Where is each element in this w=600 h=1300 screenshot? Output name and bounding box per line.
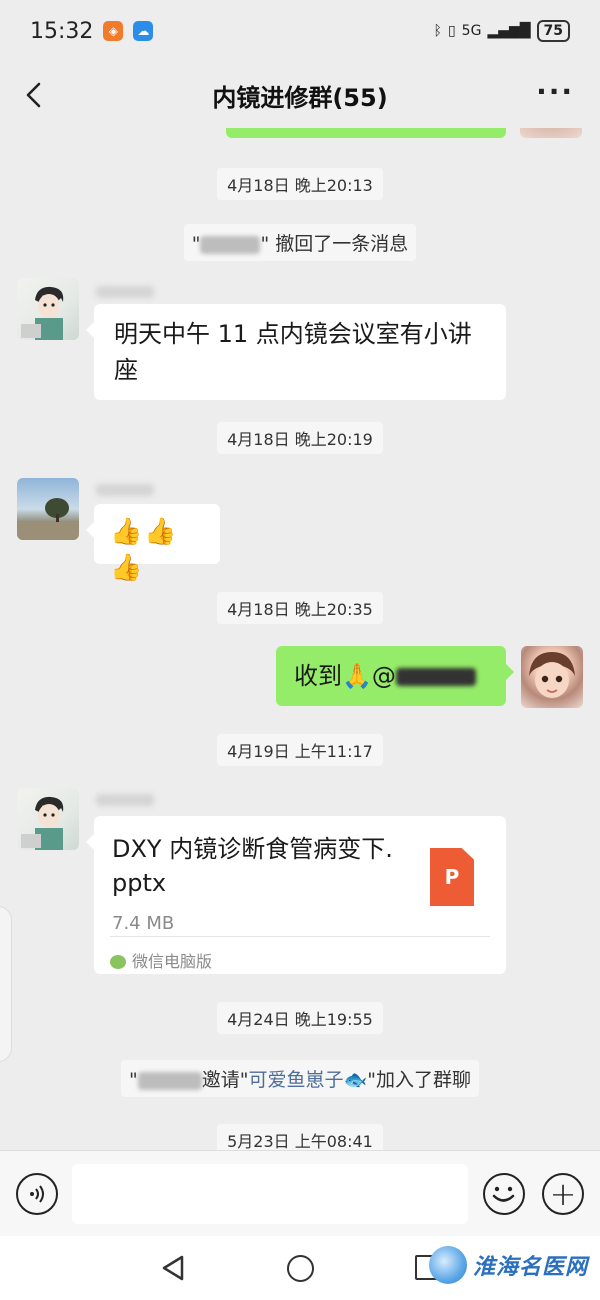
- redacted-mention: [395, 668, 476, 686]
- file-name: DXY 内镜诊断食管病变下.pptx: [112, 835, 393, 897]
- watermark-text: 淮海名医网: [472, 1254, 588, 1280]
- vibrate-icon: ▯: [447, 23, 456, 39]
- floating-side-handle[interactable]: [0, 906, 12, 1062]
- redacted-name: [137, 1071, 202, 1090]
- message-bubble-self[interactable]: 收到🙏@: [276, 646, 514, 706]
- redacted-name: [200, 235, 261, 254]
- wechat-icon: [110, 955, 126, 969]
- timestamp: 4月24日 晚上19:55: [0, 1002, 600, 1034]
- home-circle-icon[interactable]: [287, 1255, 314, 1282]
- more-options-icon[interactable]: ···: [536, 78, 574, 106]
- recall-text: " 撤回了一条消息: [260, 233, 409, 255]
- file-source: 微信电脑版: [110, 944, 212, 980]
- avatar[interactable]: [17, 788, 79, 850]
- file-message-bubble[interactable]: DXY 内镜诊断食管病变下.pptx 7.4 MB P 微信电脑版: [86, 816, 506, 974]
- message-text: 收到🙏@: [294, 662, 396, 690]
- timestamp-text: 4月18日 晚上20:35: [217, 592, 383, 624]
- message-text: 明天中午 11 点内镜会议室有小讲座: [114, 320, 472, 384]
- timestamp-text: 4月19日 上午11:17: [217, 734, 383, 766]
- message-bubble[interactable]: 明天中午 11 点内镜会议室有小讲座: [86, 304, 506, 400]
- cloud-app-icon: ☁: [133, 21, 154, 41]
- input-bar: +: [0, 1150, 600, 1236]
- invite-text: 邀请": [201, 1069, 249, 1091]
- chat-header: 内镜进修群(55) ···: [0, 62, 600, 128]
- message-bubble[interactable]: 👍👍👍: [86, 504, 220, 583]
- timestamp-text: 5月23日 上午08:41: [217, 1124, 383, 1150]
- system-message-invite: " 邀请"可爱鱼崽子🐟"加入了群聊: [0, 1060, 600, 1097]
- timestamp: 4月18日 晚上20:35: [0, 592, 600, 624]
- partial-message-bubble[interactable]: [226, 128, 506, 138]
- sender-name-redacted: [96, 286, 154, 298]
- timestamp: 4月19日 上午11:17: [0, 734, 600, 766]
- system-navigation-bar: 淮海名医网: [0, 1236, 600, 1300]
- invited-member-link[interactable]: 可爱鱼崽子🐟: [249, 1069, 368, 1091]
- back-triangle-icon[interactable]: [160, 1254, 186, 1282]
- timestamp-text: 4月24日 晚上19:55: [217, 1002, 383, 1034]
- file-source-label: 微信电脑版: [132, 952, 213, 971]
- watermark: 淮海名医网: [428, 1246, 588, 1284]
- timestamp: 4月18日 晚上20:19: [0, 422, 600, 454]
- chat-title: 内镜进修群(55): [212, 83, 388, 112]
- avatar-self[interactable]: [521, 646, 583, 708]
- status-bar: 15:32 ◈ ☁ ᛒ ▯ 5G ▂▄▆█ 75: [0, 0, 600, 62]
- battery-indicator: 75: [536, 20, 570, 42]
- sender-name-redacted: [96, 484, 154, 496]
- avatar[interactable]: [17, 278, 79, 340]
- plus-icon[interactable]: +: [542, 1173, 584, 1215]
- voice-icon[interactable]: [16, 1173, 58, 1215]
- bluetooth-icon: ᛒ: [433, 23, 442, 39]
- message-input[interactable]: [72, 1164, 468, 1224]
- timestamp-text: 4月18日 晚上20:19: [217, 422, 383, 454]
- status-indicators: ᛒ ▯ 5G ▂▄▆█ 75: [434, 20, 570, 42]
- watermark-logo: [428, 1246, 467, 1284]
- orange-app-icon: ◈: [103, 21, 124, 41]
- avatar[interactable]: [17, 478, 79, 540]
- joined-text: "加入了群聊: [367, 1069, 471, 1091]
- pptx-file-icon: P: [430, 848, 474, 906]
- thumbs-up-emoji: 👍👍👍: [110, 517, 179, 583]
- divider: [110, 936, 490, 937]
- sender-name-redacted: [96, 794, 154, 806]
- emoji-icon[interactable]: [483, 1173, 525, 1215]
- system-message-recall: " " 撤回了一条消息: [0, 224, 600, 261]
- status-time: 15:32: [30, 18, 94, 44]
- timestamp-text: 4月18日 晚上20:13: [217, 168, 383, 200]
- signal-icon: ▂▄▆█: [487, 23, 531, 39]
- network-label: 5G: [461, 23, 482, 39]
- partial-avatar[interactable]: [520, 128, 582, 138]
- timestamp: 5月23日 上午08:41: [0, 1124, 600, 1150]
- chevron-left-icon[interactable]: [20, 80, 50, 110]
- timestamp: 4月18日 晚上20:13: [0, 168, 600, 200]
- message-list[interactable]: 4月18日 晚上20:13 " " 撤回了一条消息 明天中午 11 点内镜会议室有…: [0, 128, 600, 1150]
